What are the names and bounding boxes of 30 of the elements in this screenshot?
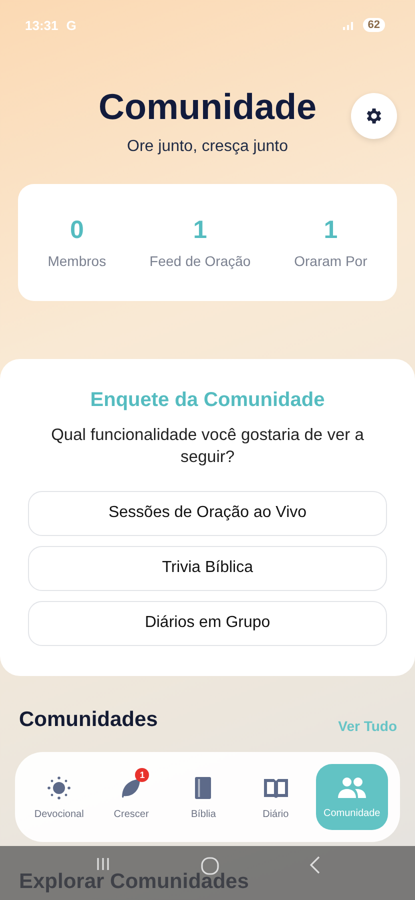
nav-tab[interactable]: 1 Crescer	[99, 766, 164, 828]
stat-label: Feed de Oração	[150, 253, 251, 269]
nav-tab[interactable]: Diário	[244, 766, 308, 828]
recent-apps-icon[interactable]	[94, 856, 110, 872]
nav-tab[interactable]: Devocional	[27, 766, 92, 828]
people-icon	[336, 776, 368, 800]
poll-option[interactable]: Trivia Bíblica	[28, 546, 387, 591]
nav-tab[interactable]: Bíblia	[171, 766, 236, 828]
notification-badge: 1	[135, 768, 150, 782]
stat-value: 0	[70, 216, 84, 245]
poll-option[interactable]: Sessões de Oração ao Vivo	[28, 490, 387, 536]
stat-label: Membros	[48, 253, 106, 269]
section-title: Comunidades	[19, 708, 158, 732]
status-time: 13:31	[25, 18, 58, 32]
stat-value: 1	[193, 216, 208, 245]
page-title: Comunidade	[98, 86, 316, 128]
stat-value: 1	[324, 216, 338, 245]
poll-title: Enquete da Comunidade	[89, 389, 326, 412]
page-subtitle: Ore junto, cresça junto	[126, 138, 289, 156]
section-title: Explorar Comunidades	[19, 870, 249, 894]
stat-label: Oraram Por	[294, 253, 368, 269]
poll-option[interactable]: Diários em Grupo	[28, 600, 387, 646]
back-icon[interactable]	[308, 856, 320, 874]
sun-icon	[46, 774, 72, 800]
poll-question: Qual funcionalidade você gostaria de ver a seguir?	[50, 425, 365, 468]
settings-icon	[364, 106, 384, 126]
settings-button[interactable]	[351, 93, 397, 139]
network-indicator: G	[66, 18, 76, 32]
signal-icon	[342, 20, 355, 30]
battery-level: 62	[362, 18, 385, 32]
